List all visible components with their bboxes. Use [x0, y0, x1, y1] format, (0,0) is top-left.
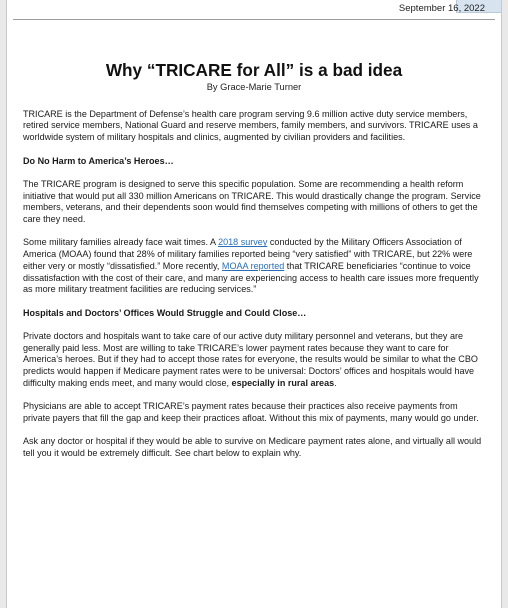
text-span: . [334, 377, 337, 388]
section-heading-heroes: Do No Harm to America’s Heroes… [23, 155, 174, 166]
document-page: September 16, 2022 Why “TRICARE for All”… [6, 0, 502, 608]
header-rule [13, 19, 495, 20]
survey-link[interactable]: 2018 survey [218, 237, 267, 247]
rural-areas-emphasis: especially in rural areas [231, 377, 335, 388]
paragraph-physicians: Physicians are able to accept TRICARE’s … [23, 401, 479, 423]
intro-paragraph: TRICARE is the Department of Defense’s h… [23, 108, 478, 143]
paragraph-tricare-design: The TRICARE program is designed to serve… [23, 178, 481, 224]
article-body: Why “TRICARE for All” is a bad idea By G… [23, 60, 485, 471]
article-byline: By Grace-Marie Turner [206, 82, 302, 92]
moaa-reported-link[interactable]: MOAA reported [222, 261, 284, 271]
article-title: Why “TRICARE for All” is a bad idea [105, 60, 403, 80]
document-date: September 16, 2022 [398, 3, 485, 14]
text-span: Some military families already face wait… [23, 237, 219, 248]
paragraph-ask-doctor: Ask any doctor or hospital if they would… [23, 436, 482, 458]
paragraph-wait-times: Some military families already face wait… [23, 237, 485, 296]
section-heading-hospitals: Hospitals and Doctors’ Offices Would Str… [23, 307, 307, 318]
paragraph-private-doctors: Private doctors and hospitals want to ta… [23, 331, 485, 390]
